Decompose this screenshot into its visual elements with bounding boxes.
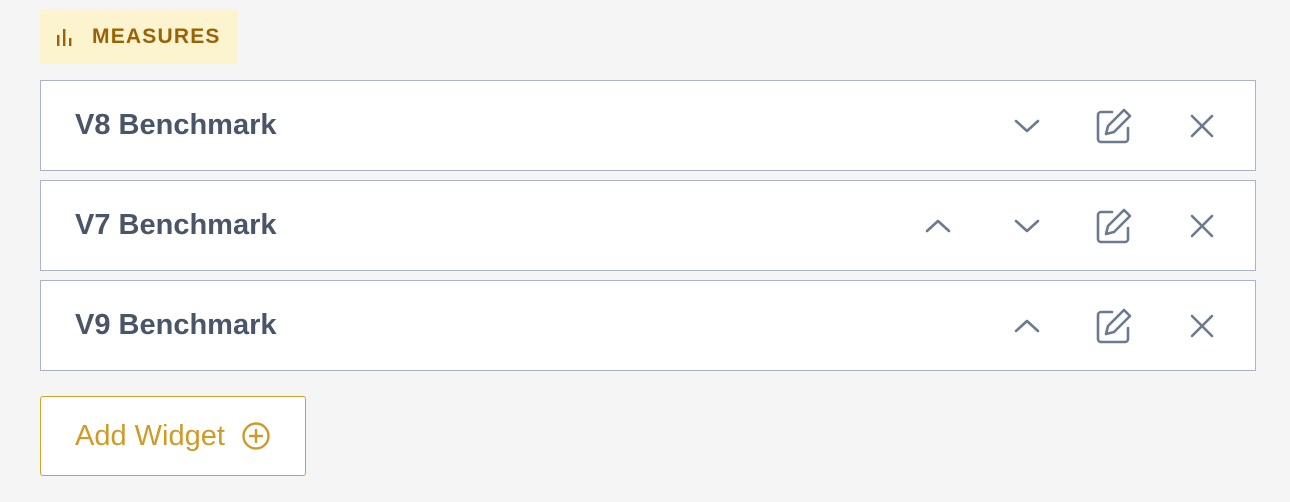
edit-icon <box>1096 208 1132 243</box>
edit-button[interactable] <box>1092 104 1136 148</box>
add-widget-label: Add Widget <box>75 419 225 452</box>
remove-button[interactable] <box>1180 104 1224 148</box>
plus-circle-icon <box>241 421 271 451</box>
section-badge: MEASURES <box>40 9 237 64</box>
chevron-down-icon <box>1014 219 1040 232</box>
remove-button[interactable] <box>1180 204 1224 248</box>
section-label: MEASURES <box>92 24 221 48</box>
chevron-up-icon <box>925 219 951 232</box>
edit-icon <box>1096 108 1132 143</box>
bar-chart-icon <box>54 28 78 46</box>
move-down-button[interactable] <box>1005 204 1049 248</box>
widget-title: V9 Benchmark <box>75 309 277 341</box>
widget-panel: MEASURES V8 Benchmark V7 Benchmark V9 Be… <box>40 9 1256 476</box>
chevron-down-icon <box>1014 119 1040 132</box>
close-icon <box>1190 314 1214 337</box>
remove-button[interactable] <box>1180 304 1224 348</box>
edit-button[interactable] <box>1092 204 1136 248</box>
close-icon <box>1190 214 1214 237</box>
edit-icon <box>1096 308 1132 343</box>
widget-row: V9 Benchmark <box>40 280 1256 371</box>
edit-button[interactable] <box>1092 304 1136 348</box>
close-icon <box>1190 114 1214 137</box>
move-down-button[interactable] <box>1005 104 1049 148</box>
widget-title: V7 Benchmark <box>75 209 277 241</box>
move-up-button[interactable] <box>916 204 960 248</box>
move-up-button[interactable] <box>1005 304 1049 348</box>
chevron-up-icon <box>1014 319 1040 332</box>
widget-row: V7 Benchmark <box>40 180 1256 271</box>
widget-list: V8 Benchmark V7 Benchmark V9 Benchmark <box>40 80 1256 371</box>
add-widget-button[interactable]: Add Widget <box>40 396 306 476</box>
widget-row: V8 Benchmark <box>40 80 1256 171</box>
widget-title: V8 Benchmark <box>75 109 277 141</box>
